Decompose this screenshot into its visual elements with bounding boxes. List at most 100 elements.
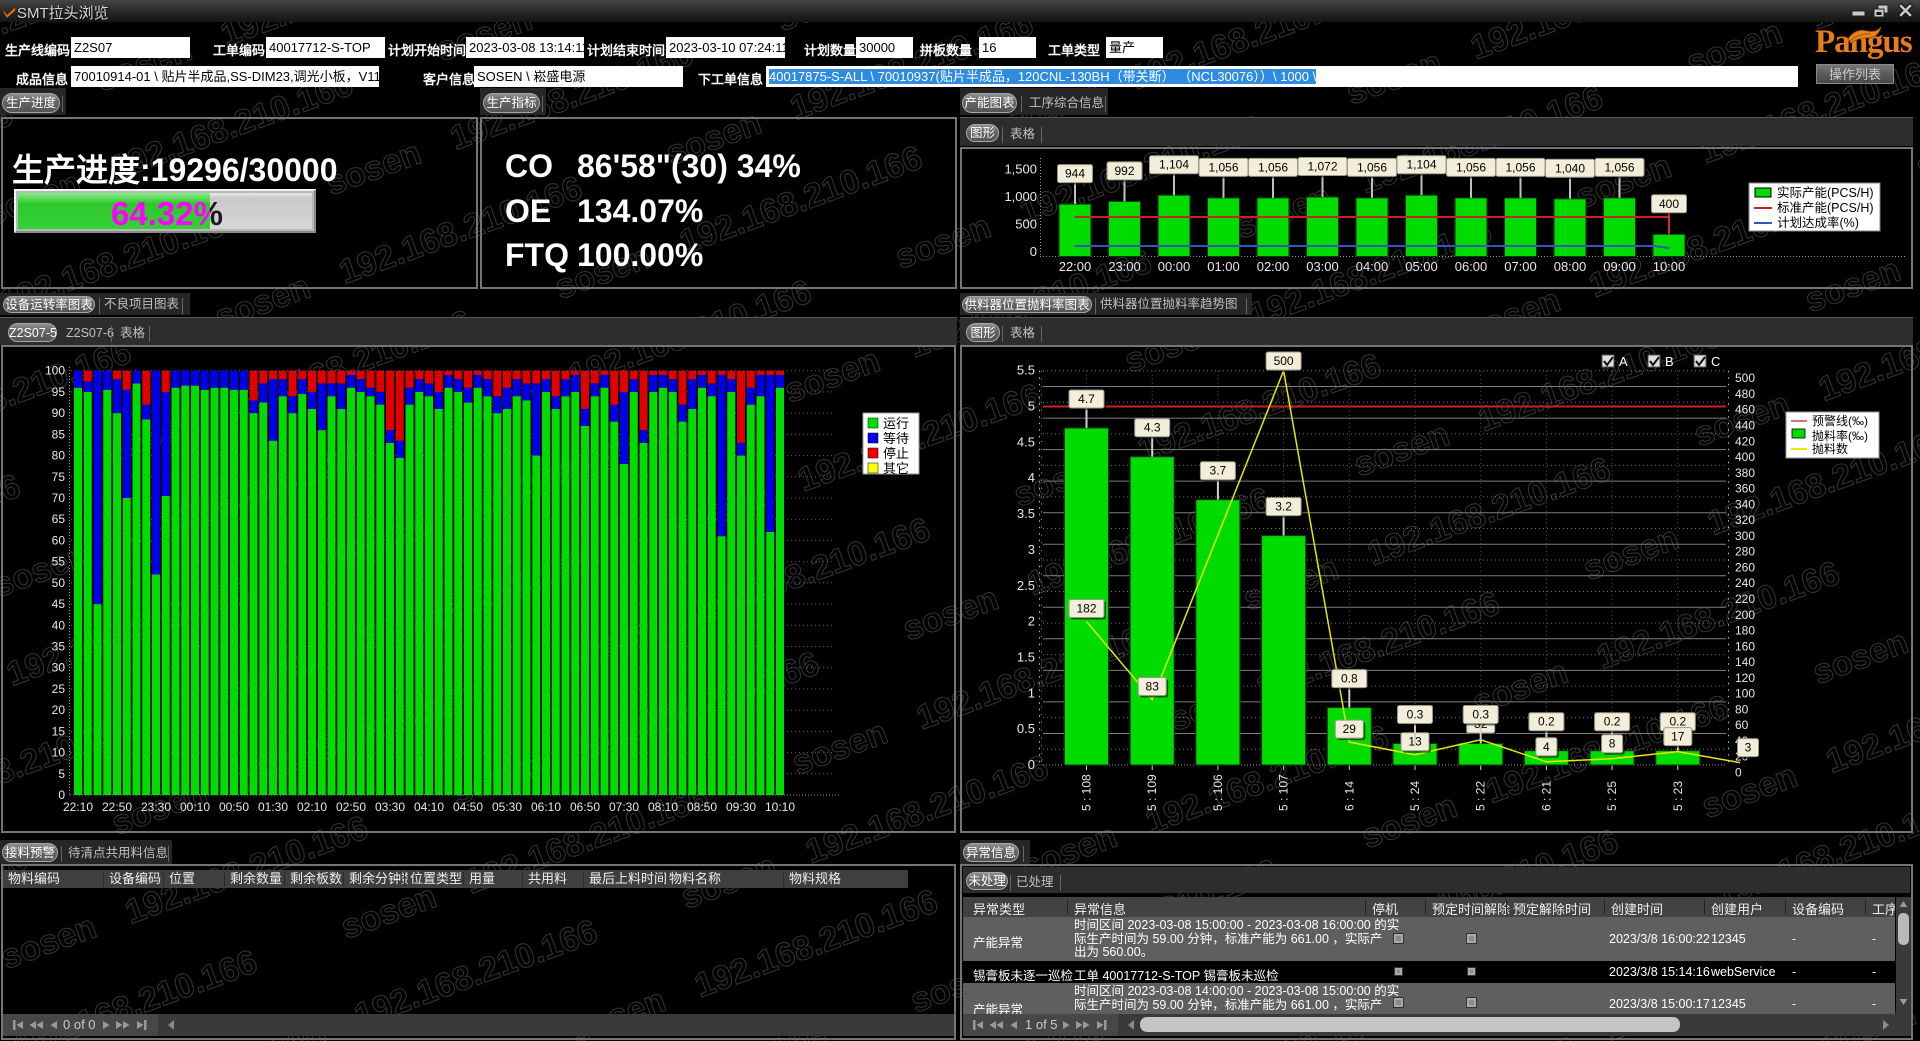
svg-text:15: 15 bbox=[52, 724, 66, 738]
svg-text:17: 17 bbox=[1671, 730, 1685, 744]
svg-text:3.7: 3.7 bbox=[1210, 464, 1227, 478]
svg-text:29: 29 bbox=[1343, 722, 1357, 736]
svg-text:23:30: 23:30 bbox=[141, 800, 171, 814]
svg-text:5: 5 bbox=[58, 767, 65, 781]
svg-text:280: 280 bbox=[1735, 545, 1755, 559]
svg-text:500: 500 bbox=[1735, 371, 1755, 385]
svg-text:3: 3 bbox=[1028, 542, 1035, 557]
svg-text:07:30: 07:30 bbox=[609, 800, 639, 814]
svg-text:440: 440 bbox=[1735, 419, 1755, 433]
svg-text:60: 60 bbox=[52, 533, 66, 547]
svg-text:5 : 109: 5 : 109 bbox=[1145, 774, 1159, 811]
svg-text:200: 200 bbox=[1735, 608, 1755, 622]
svg-text:5: 5 bbox=[1028, 399, 1035, 414]
svg-text:0.2: 0.2 bbox=[1538, 715, 1555, 729]
svg-text:55: 55 bbox=[52, 555, 66, 569]
svg-text:B: B bbox=[1665, 354, 1674, 369]
svg-text:400: 400 bbox=[1735, 450, 1755, 464]
svg-text:1,104: 1,104 bbox=[1406, 158, 1436, 172]
svg-text:260: 260 bbox=[1735, 561, 1755, 575]
svg-text:65: 65 bbox=[52, 512, 66, 526]
svg-text:抛料数: 抛料数 bbox=[1812, 441, 1848, 456]
svg-text:0.2: 0.2 bbox=[1669, 715, 1686, 729]
svg-text:4.3: 4.3 bbox=[1144, 421, 1161, 435]
svg-text:20: 20 bbox=[52, 703, 66, 717]
svg-text:09:00: 09:00 bbox=[1603, 259, 1636, 274]
svg-text:09:30: 09:30 bbox=[726, 800, 756, 814]
svg-text:182: 182 bbox=[1076, 602, 1096, 616]
svg-text:1,056: 1,056 bbox=[1258, 160, 1288, 174]
svg-text:944: 944 bbox=[1065, 167, 1085, 181]
svg-text:02:50: 02:50 bbox=[336, 800, 366, 814]
svg-text:300: 300 bbox=[1735, 529, 1755, 543]
svg-text:50: 50 bbox=[52, 576, 66, 590]
svg-text:03:30: 03:30 bbox=[375, 800, 405, 814]
svg-text:5.5: 5.5 bbox=[1017, 363, 1035, 378]
svg-text:00:50: 00:50 bbox=[219, 800, 249, 814]
svg-text:1,056: 1,056 bbox=[1208, 160, 1238, 174]
svg-text:2: 2 bbox=[1028, 614, 1035, 629]
svg-text:8: 8 bbox=[1609, 737, 1616, 751]
svg-text:120: 120 bbox=[1735, 671, 1755, 685]
svg-text:240: 240 bbox=[1735, 576, 1755, 590]
svg-text:A: A bbox=[1619, 354, 1628, 369]
svg-text:5 : 23: 5 : 23 bbox=[1671, 781, 1685, 811]
svg-text:00:00: 00:00 bbox=[1158, 259, 1191, 274]
svg-text:22:00: 22:00 bbox=[1059, 259, 1092, 274]
svg-text:1,056: 1,056 bbox=[1357, 160, 1387, 174]
svg-text:85: 85 bbox=[52, 427, 66, 441]
svg-text:抛料率(‰): 抛料率(‰) bbox=[1812, 428, 1868, 443]
svg-text:01:00: 01:00 bbox=[1207, 259, 1240, 274]
svg-text:运行: 运行 bbox=[883, 416, 909, 431]
svg-text:06:00: 06:00 bbox=[1455, 259, 1488, 274]
svg-text:5 : 24: 5 : 24 bbox=[1408, 781, 1422, 811]
svg-text:05:00: 05:00 bbox=[1405, 259, 1438, 274]
svg-text:0.5: 0.5 bbox=[1017, 721, 1035, 736]
svg-text:420: 420 bbox=[1735, 434, 1755, 448]
svg-text:实际产能(PCS/H): 实际产能(PCS/H) bbox=[1777, 185, 1874, 200]
svg-text:其它: 其它 bbox=[883, 461, 909, 476]
svg-text:30: 30 bbox=[52, 661, 66, 675]
svg-text:1,000: 1,000 bbox=[1004, 189, 1037, 204]
svg-text:60: 60 bbox=[1735, 718, 1749, 732]
svg-text:C: C bbox=[1711, 354, 1720, 369]
svg-text:08:10: 08:10 bbox=[648, 800, 678, 814]
svg-text:0.2: 0.2 bbox=[1604, 715, 1621, 729]
svg-text:22:50: 22:50 bbox=[102, 800, 132, 814]
svg-text:标准产能(PCS/H): 标准产能(PCS/H) bbox=[1777, 201, 1874, 215]
svg-text:80: 80 bbox=[52, 449, 66, 463]
svg-text:10:00: 10:00 bbox=[1653, 259, 1686, 274]
svg-text:4: 4 bbox=[1028, 470, 1035, 485]
svg-text:1,056: 1,056 bbox=[1604, 160, 1634, 174]
svg-text:360: 360 bbox=[1735, 482, 1755, 496]
svg-text:1,056: 1,056 bbox=[1505, 160, 1535, 174]
svg-text:08:00: 08:00 bbox=[1554, 259, 1587, 274]
svg-text:400: 400 bbox=[1659, 197, 1679, 211]
svg-text:04:10: 04:10 bbox=[414, 800, 444, 814]
svg-text:03:00: 03:00 bbox=[1306, 259, 1339, 274]
svg-text:1,500: 1,500 bbox=[1004, 162, 1037, 177]
svg-text:06:10: 06:10 bbox=[531, 800, 561, 814]
svg-text:等待: 等待 bbox=[883, 431, 909, 446]
svg-text:6 : 14: 6 : 14 bbox=[1342, 781, 1356, 811]
svg-text:4.5: 4.5 bbox=[1017, 434, 1035, 449]
svg-text:220: 220 bbox=[1735, 592, 1755, 606]
svg-text:45: 45 bbox=[52, 597, 66, 611]
svg-text:0: 0 bbox=[1735, 766, 1742, 780]
svg-text:停止: 停止 bbox=[883, 446, 909, 461]
svg-text:2.5: 2.5 bbox=[1017, 578, 1035, 593]
svg-text:5 : 108: 5 : 108 bbox=[1080, 774, 1094, 811]
svg-text:10: 10 bbox=[52, 746, 66, 760]
svg-text:0: 0 bbox=[1028, 757, 1035, 772]
svg-text:1: 1 bbox=[1028, 685, 1035, 700]
svg-text:40: 40 bbox=[52, 618, 66, 632]
svg-text:04:50: 04:50 bbox=[453, 800, 483, 814]
svg-text:06:50: 06:50 bbox=[570, 800, 600, 814]
svg-text:0: 0 bbox=[1030, 244, 1037, 259]
svg-text:5 : 22: 5 : 22 bbox=[1474, 781, 1488, 811]
svg-text:4.7: 4.7 bbox=[1078, 392, 1095, 406]
svg-text:08:50: 08:50 bbox=[687, 800, 717, 814]
svg-text:05:30: 05:30 bbox=[492, 800, 522, 814]
svg-text:320: 320 bbox=[1735, 513, 1755, 527]
svg-text:1,040: 1,040 bbox=[1555, 161, 1585, 175]
